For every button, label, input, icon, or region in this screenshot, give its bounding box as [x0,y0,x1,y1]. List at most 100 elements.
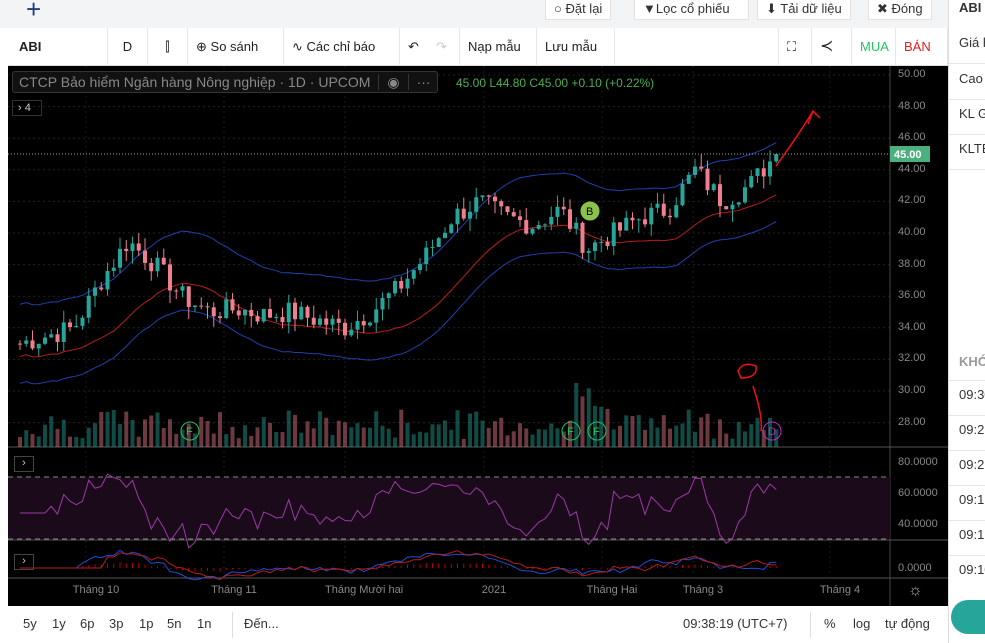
symbol-search[interactable]: ABI [8,28,108,66]
interval-selector[interactable]: D [108,28,148,66]
candle-body [511,212,516,217]
ohlc-values: 45.00 L44.80 C45.00 +0.10 (+0.22%) [456,76,655,90]
reset-button[interactable]: ○ Đặt lại [545,0,612,20]
load-template-button[interactable]: Nạp mẫu [460,28,537,66]
volume-bar [643,429,647,447]
price-tick-label: 36.00 [898,289,926,302]
chart-area[interactable]: 45.00 F F F B D CTCP Bảo hiểm Ngân hàng Nông … [8,66,948,606]
volume-bar [749,424,754,447]
volume-bar [168,419,172,447]
macd-tick-label: 0.0000 [898,562,932,574]
log-scale-toggle[interactable]: log [853,616,870,631]
volume-bar [705,413,710,447]
volume-bar [380,425,385,447]
settings-gear-icon[interactable]: ☼ [908,582,923,600]
volume-bar [436,424,441,447]
range-5n[interactable]: 5n [167,616,181,631]
visibility-eye-icon[interactable]: ◉ [378,74,408,90]
macd-pane-toggle[interactable]: › [14,554,34,570]
volume-bar [455,410,460,447]
candle-body [343,322,347,336]
indicators-button[interactable]: ∿ Các chỉ báo [284,28,400,66]
candle-body [424,247,429,265]
candle-body [236,310,241,316]
candle-body [655,203,660,208]
share-icon[interactable]: ≺ [812,28,852,66]
more-options-icon[interactable]: ··· [407,74,431,90]
add-icon[interactable]: + [26,0,41,25]
price-tick-label: 34.00 [898,320,926,333]
candle-body [180,286,185,291]
volume-bar [374,411,379,447]
candle-body [49,334,54,338]
trade-time: 09:2 [959,457,985,472]
range-5y[interactable]: 5y [23,616,37,631]
price-chart-svg[interactable]: 45.00 F F F B D [8,66,948,606]
volume-bar [518,423,522,447]
range-1y[interactable]: 1y [52,616,66,631]
candle-body [111,267,116,271]
stock-filter-button[interactable]: ▼Lọc cổ phiếu [634,0,749,20]
filter-label: Lọc cổ phiếu [655,1,730,16]
volume-bar [486,427,491,447]
volume-bar [261,417,266,447]
auto-scale-toggle[interactable]: tự động [885,616,930,631]
volume-bar [543,429,547,447]
download-data-button[interactable]: ⬇ Tải dữ liệu [757,0,851,20]
candle-body [418,264,422,271]
volume-bar [736,422,741,447]
bottom-bar: 5y 1y 6p 3p 1p 5n 1n Đến... 09:38:19 (UTC+7) %… [8,606,948,643]
sell-button[interactable]: BÁN [896,28,948,66]
candle-body [324,318,329,325]
candle-body [211,307,216,317]
volume-bar [599,406,604,447]
candle-body [593,242,597,251]
candle-body [643,219,647,225]
volume-bar [280,432,285,447]
volume-bar [236,438,241,447]
candle-body [461,208,466,219]
candle-body [768,161,772,177]
candle-body [718,184,722,207]
candle-body [586,250,591,253]
candle-body [536,224,541,229]
candle-body [61,322,66,342]
redo-button[interactable]: ↷ [428,28,460,66]
price-tick-label: 28.00 [898,415,926,428]
candle-body [374,309,379,323]
candle-body [261,309,266,322]
candle-body [743,187,747,203]
goto-date-button[interactable]: Đến... [244,616,279,631]
candle-body [199,305,204,307]
volume-bar [655,427,660,447]
candle-body [549,216,554,225]
range-1p[interactable]: 1p [139,616,153,631]
volume-bar [199,416,204,447]
compare-button[interactable]: ⊕ So sánh [188,28,284,66]
candle-body [136,243,141,251]
candle-body [274,316,279,318]
volume-bar [368,427,372,447]
volume-bar [493,421,497,447]
percent-scale-toggle[interactable]: % [824,616,836,631]
volume-bar [193,433,197,447]
candle-body [255,316,260,322]
marker-label: D [768,426,776,438]
volume-bar [36,436,41,447]
collapsed-indicators-toggle[interactable]: › 4 [12,100,42,116]
volume-bar [105,411,110,447]
range-1n[interactable]: 1n [197,616,211,631]
action-button[interactable] [951,600,985,634]
volume-bar [530,434,535,447]
candle-body [243,309,247,316]
fullscreen-icon[interactable]: ⛶ [778,28,812,66]
close-button[interactable]: ✖ Đóng [868,0,932,20]
rsi-pane-toggle[interactable]: › [14,456,34,472]
save-template-button[interactable]: Lưu mẫu [537,28,615,66]
candlestick-chart-type-icon[interactable]: ⫿ [148,28,188,66]
range-6p[interactable]: 6p [80,616,94,631]
volume-bar [461,438,466,447]
candle-body [305,306,310,318]
buy-button[interactable]: MUA [852,28,896,66]
range-3p[interactable]: 3p [109,616,123,631]
